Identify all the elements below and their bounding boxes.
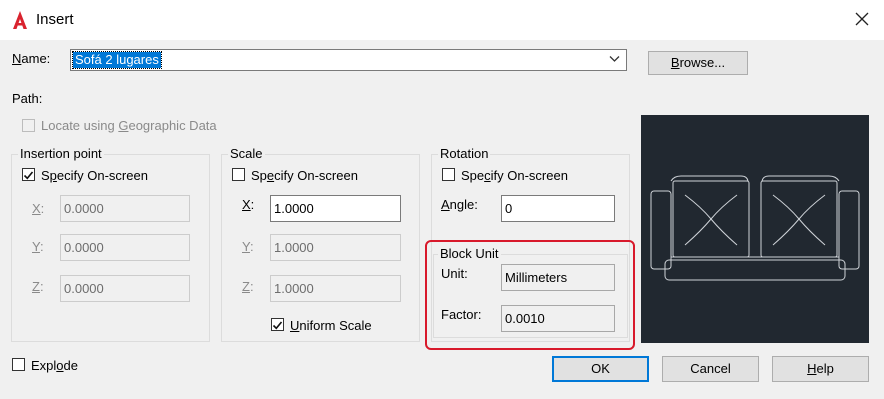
checkmark-icon — [23, 171, 34, 180]
explode-label: Explode — [31, 358, 78, 373]
scale-y-label: Y: — [242, 239, 254, 254]
insertion-y-field[interactable]: 0.0000 — [60, 234, 190, 261]
insertion-y-label: Y: — [32, 239, 44, 254]
rotation-specify-label: Specify On-screen — [461, 168, 568, 183]
rotation-specify-checkbox[interactable] — [442, 168, 455, 181]
scale-z-field[interactable]: 1.0000 — [270, 275, 401, 302]
window-title: Insert — [36, 11, 74, 28]
insertion-x-label: X: — [32, 201, 45, 216]
name-combobox[interactable]: Sofá 2 lugares — [70, 49, 627, 71]
title-bar — [0, 0, 884, 40]
block-preview — [641, 115, 869, 343]
browse-button[interactable]: Browse... — [648, 51, 748, 75]
scale-x-field[interactable]: 1.0000 — [270, 195, 401, 222]
name-label: Name: — [12, 51, 51, 66]
insertion-z-field[interactable]: 0.0000 — [60, 275, 190, 302]
sofa-preview-icon — [650, 175, 860, 281]
geographic-data-label: Locate using Geographic Data — [41, 118, 217, 133]
scale-z-label: Z: — [242, 279, 254, 294]
checkmark-icon — [272, 321, 283, 330]
explode-checkbox[interactable] — [12, 358, 25, 371]
uniform-scale-checkbox[interactable] — [271, 318, 284, 331]
insertion-x-field[interactable]: 0.0000 — [60, 195, 190, 222]
rotation-title: Rotation — [438, 146, 491, 161]
close-icon[interactable] — [852, 9, 872, 29]
path-label: Path: — [12, 91, 43, 106]
chevron-down-icon — [609, 56, 620, 62]
insertion-specify-checkbox[interactable] — [22, 168, 35, 181]
insertion-point-title: Insertion point — [18, 146, 104, 161]
autocad-a-icon — [13, 11, 27, 29]
help-button[interactable]: Help — [772, 356, 869, 382]
insertion-z-label: Z: — [32, 279, 44, 294]
angle-field[interactable]: 0 — [501, 195, 615, 222]
geographic-data-checkbox[interactable] — [22, 119, 35, 132]
insertion-specify-label: Specify On-screen — [41, 168, 148, 183]
highlight-annotation — [425, 240, 635, 350]
scale-y-field[interactable]: 1.0000 — [270, 234, 401, 261]
cancel-button[interactable]: Cancel — [662, 356, 759, 382]
name-value: Sofá 2 lugares — [72, 51, 162, 69]
scale-specify-label: Specify On-screen — [251, 168, 358, 183]
angle-label: Angle: — [441, 197, 478, 212]
scale-title: Scale — [228, 146, 265, 161]
ok-button[interactable]: OK — [552, 356, 649, 382]
scale-specify-checkbox[interactable] — [232, 168, 245, 181]
uniform-scale-label: Uniform Scale — [290, 318, 372, 333]
scale-x-label: X: — [242, 197, 255, 212]
